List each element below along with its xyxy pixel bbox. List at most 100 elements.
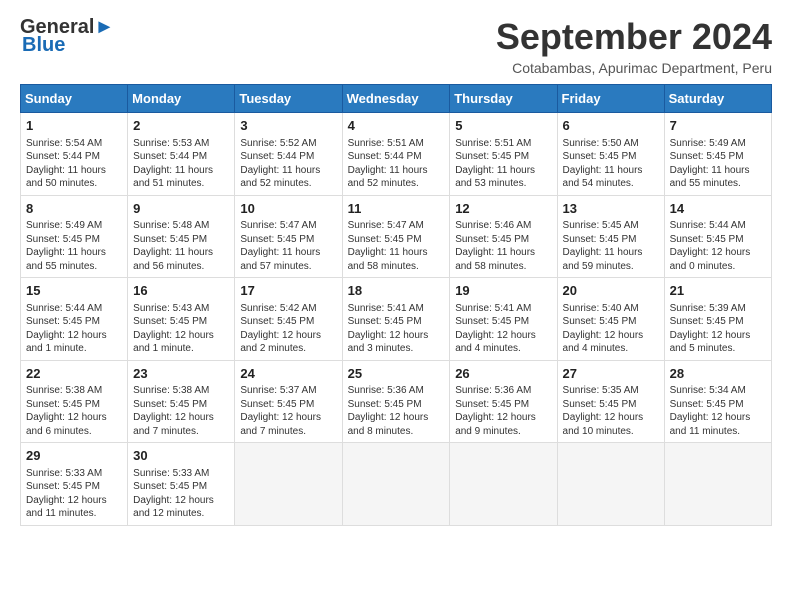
day-info: Sunrise: 5:43 AMSunset: 5:45 PMDaylight:… <box>133 302 229 356</box>
calendar-cell: 11Sunrise: 5:47 AMSunset: 5:45 PMDayligh… <box>342 195 450 278</box>
day-info: Sunrise: 5:35 AMSunset: 5:45 PMDaylight:… <box>563 384 659 438</box>
day-number: 12 <box>455 200 551 218</box>
day-info: Sunrise: 5:40 AMSunset: 5:45 PMDaylight:… <box>563 302 659 356</box>
calendar-cell <box>342 443 450 526</box>
header: General► Blue September 2024 Cotabambas,… <box>20 16 772 76</box>
weekday-header-row: SundayMondayTuesdayWednesdayThursdayFrid… <box>21 85 772 113</box>
day-info: Sunrise: 5:36 AMSunset: 5:45 PMDaylight:… <box>348 384 445 438</box>
weekday-header-wednesday: Wednesday <box>342 85 450 113</box>
logo-blue: Blue <box>22 34 65 57</box>
day-info: Sunrise: 5:38 AMSunset: 5:45 PMDaylight:… <box>26 384 122 438</box>
day-number: 25 <box>348 365 445 383</box>
day-info: Sunrise: 5:50 AMSunset: 5:45 PMDaylight:… <box>563 137 659 191</box>
calendar-table: SundayMondayTuesdayWednesdayThursdayFrid… <box>20 84 772 526</box>
day-number: 11 <box>348 200 445 218</box>
calendar-cell: 1 Sunrise: 5:54 AMSunset: 5:44 PMDaylight… <box>21 113 128 196</box>
day-info: Sunrise: 5:51 AMSunset: 5:44 PMDaylight:… <box>348 137 445 191</box>
day-info: Sunrise: 5:47 AMSunset: 5:45 PMDaylight:… <box>240 219 336 273</box>
day-info: Sunrise: 5:52 AMSunset: 5:44 PMDaylight:… <box>240 137 336 191</box>
calendar-cell: 30Sunrise: 5:33 AMSunset: 5:45 PMDayligh… <box>128 443 235 526</box>
calendar-cell: 26Sunrise: 5:36 AMSunset: 5:45 PMDayligh… <box>450 360 557 443</box>
calendar-cell: 13Sunrise: 5:45 AMSunset: 5:45 PMDayligh… <box>557 195 664 278</box>
day-info: Sunrise: 5:49 AMSunset: 5:45 PMDaylight:… <box>670 137 766 191</box>
day-number: 30 <box>133 447 229 465</box>
calendar-week-row: 29 Sunrise: 5:33 AMSunset: 5:45 PMDayligh… <box>21 443 772 526</box>
day-number: 16 <box>133 282 229 300</box>
day-info: Sunrise: 5:54 AMSunset: 5:44 PMDaylight:… <box>26 137 122 191</box>
day-number: 23 <box>133 365 229 383</box>
calendar-cell: 12Sunrise: 5:46 AMSunset: 5:45 PMDayligh… <box>450 195 557 278</box>
calendar-cell: 25Sunrise: 5:36 AMSunset: 5:45 PMDayligh… <box>342 360 450 443</box>
calendar-cell: 17Sunrise: 5:42 AMSunset: 5:45 PMDayligh… <box>235 278 342 361</box>
day-number: 10 <box>240 200 336 218</box>
day-info: Sunrise: 5:41 AMSunset: 5:45 PMDaylight:… <box>348 302 445 356</box>
day-number: 7 <box>670 117 766 135</box>
title-area: September 2024 Cotabambas, Apurimac Depa… <box>496 16 772 76</box>
day-number: 6 <box>563 117 659 135</box>
day-info: Sunrise: 5:37 AMSunset: 5:45 PMDaylight:… <box>240 384 336 438</box>
day-number: 1 <box>26 117 122 135</box>
calendar-cell: 21 Sunrise: 5:39 AMSunset: 5:45 PMDayligh… <box>664 278 771 361</box>
calendar-cell: 14Sunrise: 5:44 AMSunset: 5:45 PMDayligh… <box>664 195 771 278</box>
day-info: Sunrise: 5:49 AMSunset: 5:45 PMDaylight:… <box>26 219 122 273</box>
day-number: 26 <box>455 365 551 383</box>
calendar-week-row: 22Sunrise: 5:38 AMSunset: 5:45 PMDayligh… <box>21 360 772 443</box>
page-subtitle: Cotabambas, Apurimac Department, Peru <box>496 60 772 76</box>
day-number: 13 <box>563 200 659 218</box>
day-number: 3 <box>240 117 336 135</box>
calendar-cell: 15 Sunrise: 5:44 AMSunset: 5:45 PMDayligh… <box>21 278 128 361</box>
calendar-cell: 20 Sunrise: 5:40 AMSunset: 5:45 PMDayligh… <box>557 278 664 361</box>
calendar-cell: 6 Sunrise: 5:50 AMSunset: 5:45 PMDaylight… <box>557 113 664 196</box>
day-number: 21 <box>670 282 766 300</box>
calendar-cell: 29 Sunrise: 5:33 AMSunset: 5:45 PMDayligh… <box>21 443 128 526</box>
calendar-cell: 10Sunrise: 5:47 AMSunset: 5:45 PMDayligh… <box>235 195 342 278</box>
calendar-cell <box>557 443 664 526</box>
day-info: Sunrise: 5:36 AMSunset: 5:45 PMDaylight:… <box>455 384 551 438</box>
day-number: 8 <box>26 200 122 218</box>
weekday-header-thursday: Thursday <box>450 85 557 113</box>
day-number: 28 <box>670 365 766 383</box>
day-number: 5 <box>455 117 551 135</box>
day-number: 19 <box>455 282 551 300</box>
day-info: Sunrise: 5:48 AMSunset: 5:45 PMDaylight:… <box>133 219 229 273</box>
day-info: Sunrise: 5:47 AMSunset: 5:45 PMDaylight:… <box>348 219 445 273</box>
calendar-cell: 23Sunrise: 5:38 AMSunset: 5:45 PMDayligh… <box>128 360 235 443</box>
day-number: 18 <box>348 282 445 300</box>
calendar-week-row: 8Sunrise: 5:49 AMSunset: 5:45 PMDaylight… <box>21 195 772 278</box>
day-info: Sunrise: 5:51 AMSunset: 5:45 PMDaylight:… <box>455 137 551 191</box>
day-number: 15 <box>26 282 122 300</box>
day-info: Sunrise: 5:34 AMSunset: 5:45 PMDaylight:… <box>670 384 766 438</box>
day-info: Sunrise: 5:38 AMSunset: 5:45 PMDaylight:… <box>133 384 229 438</box>
day-info: Sunrise: 5:39 AMSunset: 5:45 PMDaylight:… <box>670 302 766 356</box>
day-number: 22 <box>26 365 122 383</box>
calendar-cell: 3 Sunrise: 5:52 AMSunset: 5:44 PMDaylight… <box>235 113 342 196</box>
day-number: 27 <box>563 365 659 383</box>
calendar-cell: 27Sunrise: 5:35 AMSunset: 5:45 PMDayligh… <box>557 360 664 443</box>
calendar-cell <box>450 443 557 526</box>
calendar-cell: 22Sunrise: 5:38 AMSunset: 5:45 PMDayligh… <box>21 360 128 443</box>
day-info: Sunrise: 5:33 AMSunset: 5:45 PMDaylight:… <box>26 467 122 521</box>
calendar-cell: 16 Sunrise: 5:43 AMSunset: 5:45 PMDayligh… <box>128 278 235 361</box>
day-number: 29 <box>26 447 122 465</box>
day-info: Sunrise: 5:41 AMSunset: 5:45 PMDaylight:… <box>455 302 551 356</box>
weekday-header-saturday: Saturday <box>664 85 771 113</box>
day-number: 14 <box>670 200 766 218</box>
calendar-week-row: 15 Sunrise: 5:44 AMSunset: 5:45 PMDayligh… <box>21 278 772 361</box>
calendar-cell: 9Sunrise: 5:48 AMSunset: 5:45 PMDaylight… <box>128 195 235 278</box>
weekday-header-sunday: Sunday <box>21 85 128 113</box>
day-number: 4 <box>348 117 445 135</box>
logo: General► Blue <box>20 16 114 57</box>
weekday-header-tuesday: Tuesday <box>235 85 342 113</box>
day-info: Sunrise: 5:44 AMSunset: 5:45 PMDaylight:… <box>26 302 122 356</box>
day-info: Sunrise: 5:53 AMSunset: 5:44 PMDaylight:… <box>133 137 229 191</box>
calendar-cell: 7 Sunrise: 5:49 AMSunset: 5:45 PMDaylight… <box>664 113 771 196</box>
page-title: September 2024 <box>496 16 772 58</box>
day-number: 20 <box>563 282 659 300</box>
calendar-cell: 19 Sunrise: 5:41 AMSunset: 5:45 PMDayligh… <box>450 278 557 361</box>
weekday-header-friday: Friday <box>557 85 664 113</box>
calendar-cell: 4 Sunrise: 5:51 AMSunset: 5:44 PMDaylight… <box>342 113 450 196</box>
weekday-header-monday: Monday <box>128 85 235 113</box>
day-number: 17 <box>240 282 336 300</box>
calendar-cell: 24Sunrise: 5:37 AMSunset: 5:45 PMDayligh… <box>235 360 342 443</box>
day-number: 9 <box>133 200 229 218</box>
